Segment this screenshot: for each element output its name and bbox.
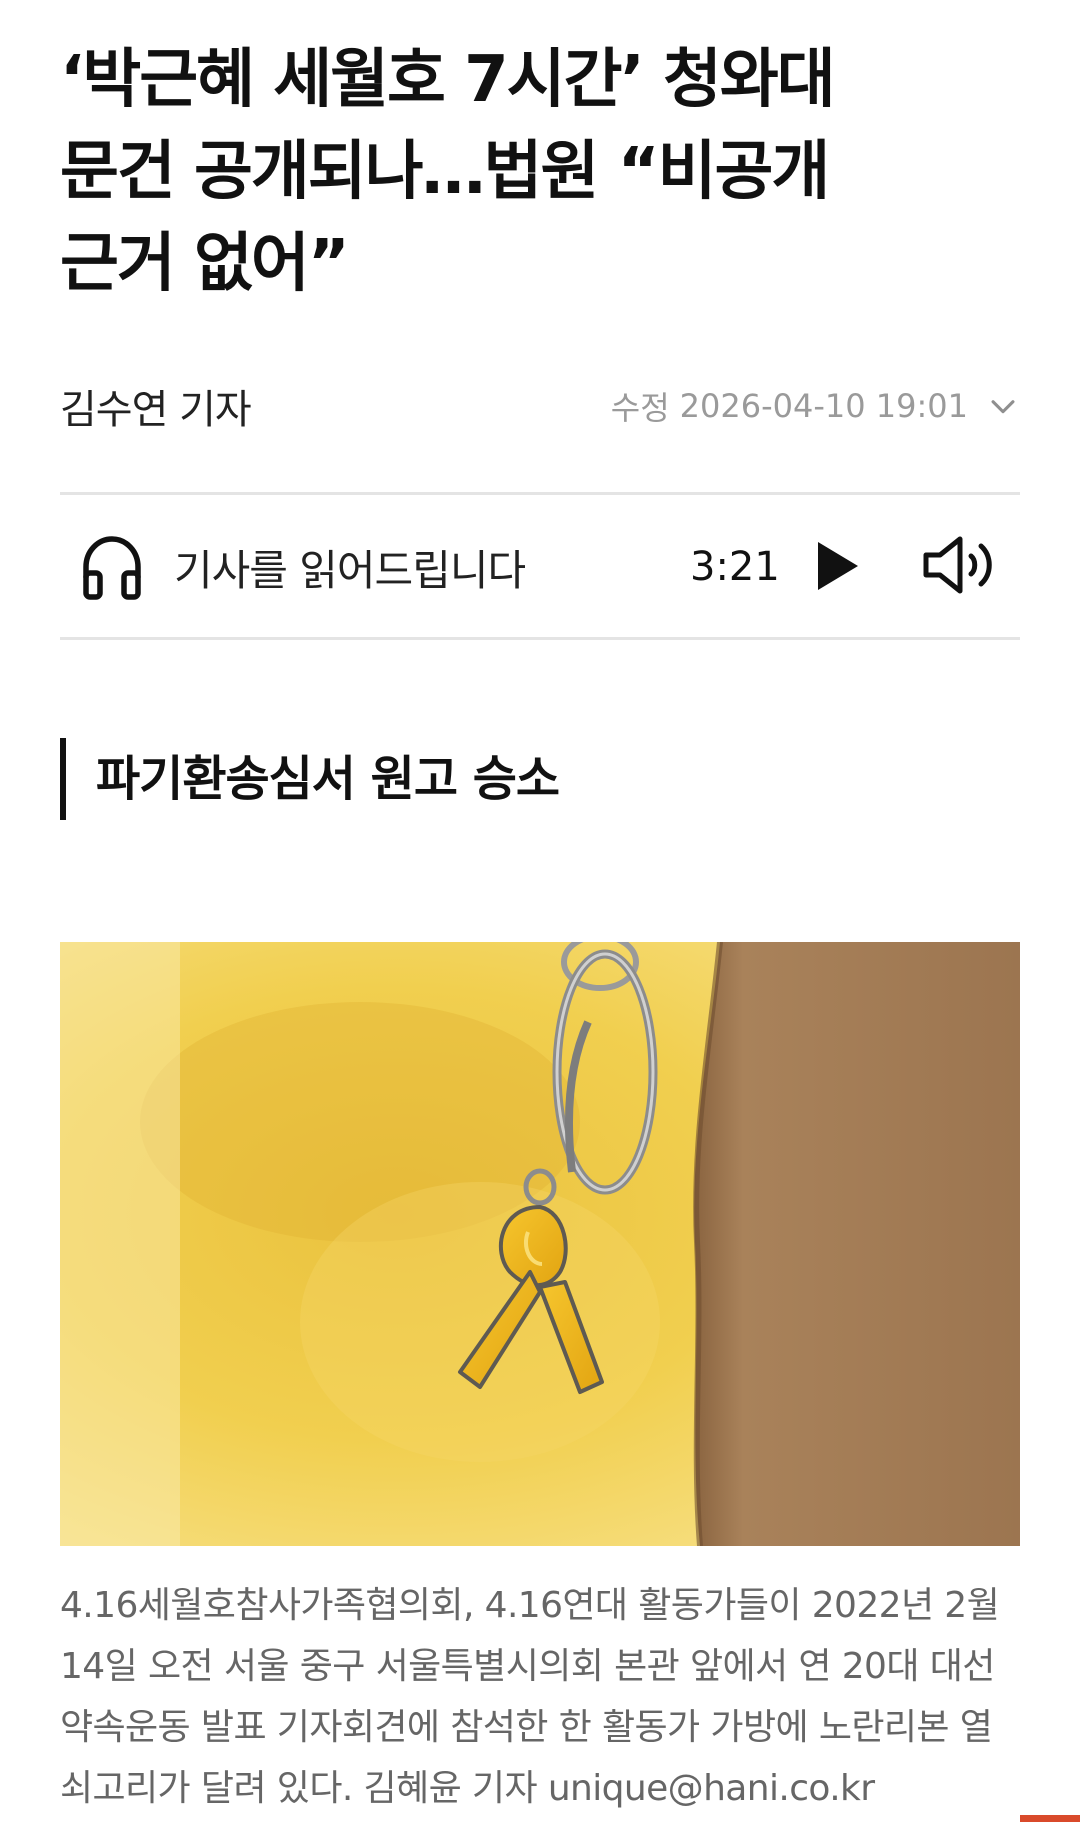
headline-line-1: ‘박근혜 세월호 7시간’ 청와대 (60, 43, 836, 117)
byline-row: 김수연 기자 수정 2026-04-10 19:01 (60, 378, 1020, 434)
divider-top (60, 492, 1020, 495)
speaker-icon[interactable] (922, 534, 1002, 596)
article-headline: ‘박근혜 세월호 7시간’ 청와대 문건 공개되나…법원 “비공개 근거 없어” (60, 34, 960, 310)
date-label: 수정 (610, 389, 670, 427)
photo-caption: 4.16세월호참사가족협의회, 4.16연대 활동가들이 2022년 2월 14… (60, 1585, 1000, 1809)
divider-bottom (60, 637, 1020, 640)
audio-player: 기사를 읽어드립니다 3:21 (60, 498, 1020, 636)
headphone-icon (83, 536, 141, 600)
article-subtitle: 파기환송심서 원고 승소 (60, 738, 560, 820)
headline-line-3: 근거 없어” (60, 227, 350, 301)
bottom-accent-tab[interactable] (1020, 1815, 1080, 1822)
author-name[interactable]: 김수연 기자 (60, 377, 252, 435)
yellow-ribbon-keychain-photo (60, 942, 1020, 1546)
audio-label: 기사를 읽어드립니다 (174, 545, 526, 595)
audio-duration: 3:21 (690, 544, 780, 590)
headline-line-2: 문건 공개되나…법원 “비공개 (60, 135, 830, 209)
article-photo[interactable] (60, 942, 1020, 1546)
date-toggle[interactable]: 수정 2026-04-10 19:01 (611, 383, 1020, 429)
chevron-down-icon[interactable] (986, 389, 1020, 423)
date-value: 2026-04-10 19:01 (679, 387, 968, 425)
play-icon[interactable] (812, 538, 862, 594)
